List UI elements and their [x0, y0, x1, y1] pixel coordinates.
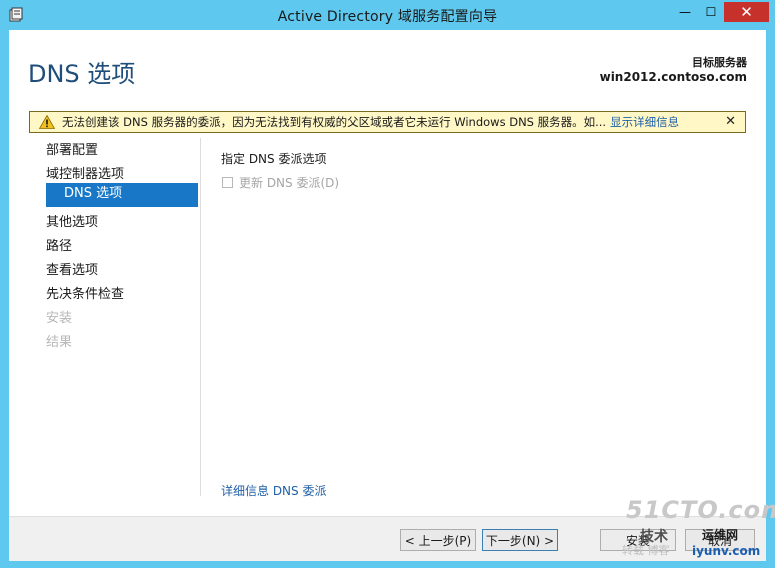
- more-about-dns-delegation-link[interactable]: 详细信息 DNS 委派: [221, 482, 326, 499]
- update-dns-delegation-label: 更新 DNS 委派(D): [239, 176, 340, 190]
- wizard-window: Active Directory 域服务配置向导 — ☐ ✕ DNS 选项 目标…: [0, 0, 775, 568]
- target-server-name: win2012.contoso.com: [599, 70, 747, 84]
- update-dns-delegation-option: 更新 DNS 委派(D): [222, 174, 339, 191]
- nav-item-prerequisites-check[interactable]: 先决条件检查: [46, 284, 124, 308]
- nav-item-deployment-config[interactable]: 部署配置: [46, 140, 98, 164]
- nav-divider: [200, 138, 201, 496]
- maximize-icon: ☐: [705, 5, 717, 19]
- next-button[interactable]: 下一步(N) >: [482, 529, 558, 551]
- nav-item-installation: 安装: [46, 311, 73, 326]
- update-dns-delegation-checkbox: [222, 177, 233, 188]
- nav-item-results: 结果: [46, 335, 73, 350]
- minimize-icon: —: [679, 5, 691, 19]
- warning-close-icon[interactable]: ✕: [725, 114, 736, 129]
- page-title: DNS 选项: [28, 60, 136, 88]
- nav-item-additional-options[interactable]: 其他选项: [46, 212, 98, 236]
- wizard-footer: < 上一步(P) 下一步(N) > 安装 取消: [9, 516, 766, 561]
- title-bar[interactable]: Active Directory 域服务配置向导 — ☐ ✕: [0, 0, 775, 30]
- show-details-link[interactable]: 显示详细信息: [610, 114, 679, 130]
- dns-delegation-section-title: 指定 DNS 委派选项: [221, 152, 327, 166]
- maximize-button[interactable]: ☐: [698, 2, 724, 22]
- warning-message: 无法创建该 DNS 服务器的委派，因为无法找到有权威的父区域或者它未运行 Win…: [62, 115, 607, 129]
- previous-button[interactable]: < 上一步(P): [400, 529, 476, 551]
- minimize-button[interactable]: —: [672, 2, 698, 22]
- nav-item-paths[interactable]: 路径: [46, 236, 72, 260]
- nav-item-dns-options[interactable]: DNS 选项: [46, 183, 198, 207]
- target-server-label: 目标服务器: [692, 56, 747, 69]
- warning-bar: 无法创建该 DNS 服务器的委派，因为无法找到有权威的父区域或者它未运行 Win…: [29, 111, 746, 133]
- window-title: Active Directory 域服务配置向导: [277, 9, 498, 25]
- close-icon: ✕: [740, 3, 753, 21]
- nav-item-review-options[interactable]: 查看选项: [46, 260, 98, 284]
- wizard-client-area: DNS 选项 目标服务器 win2012.contoso.com 无法创建该 D…: [9, 30, 766, 561]
- install-button[interactable]: 安装: [600, 529, 676, 551]
- wizard-nav: 部署配置 域控制器选项 DNS 选项 其他选项 路径 查看选项 先决条件检查 安…: [9, 140, 201, 498]
- cancel-button[interactable]: 取消: [685, 529, 755, 551]
- warning-icon: [39, 115, 55, 129]
- close-button[interactable]: ✕: [724, 2, 769, 22]
